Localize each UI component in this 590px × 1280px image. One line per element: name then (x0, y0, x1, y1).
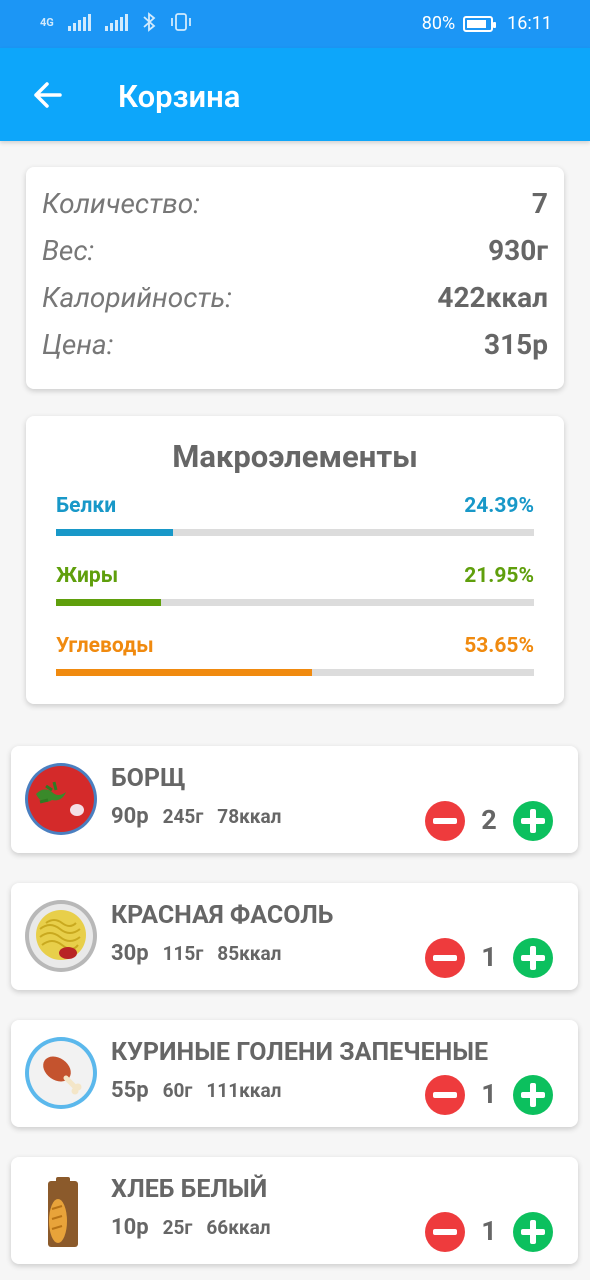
item-price: 55р (111, 1078, 149, 1103)
macro-name: Белки (56, 494, 117, 518)
item-weight: 115г (162, 942, 204, 965)
item-meta: 10р 25г 66ккал (111, 1215, 271, 1240)
page-title: Корзина (118, 78, 241, 115)
clock: 16:11 (507, 13, 552, 34)
item-weight: 245г (162, 805, 204, 828)
macro-track (56, 529, 534, 536)
item-price: 10р (111, 1215, 149, 1240)
macro-percent: 53.65% (464, 634, 534, 658)
item-kcal: 85ккал (217, 942, 282, 965)
item-quantity: 1 (481, 941, 497, 973)
item-meta: 30р 115г 85ккал (111, 941, 281, 966)
summary-label: Количество: (42, 187, 200, 220)
item-quantity: 1 (481, 1078, 497, 1110)
cart-item[interactable]: КУРИНЫЕ ГОЛЕНИ ЗАПЕЧЕНЫЕ 55р 60г 111ккал… (11, 1020, 578, 1127)
item-name: КРАСНАЯ ФАСОЛЬ (111, 901, 334, 930)
macro-carbs: Углеводы 53.65% (56, 634, 534, 676)
arrow-left-icon[interactable] (28, 75, 68, 115)
summary-row-price: Цена: 315р (42, 328, 548, 368)
item-quantity: 2 (481, 804, 497, 836)
increase-button[interactable] (513, 801, 553, 841)
summary-label: Вес: (42, 234, 95, 267)
macro-bar (56, 599, 161, 606)
borscht-icon (25, 763, 97, 835)
summary-label: Калорийность: (42, 281, 232, 314)
decrease-button[interactable] (425, 1075, 465, 1115)
app-bar: Корзина (0, 48, 590, 141)
network-type: 4G (40, 15, 54, 29)
increase-button[interactable] (513, 1212, 553, 1252)
cart-item[interactable]: КРАСНАЯ ФАСОЛЬ 30р 115г 85ккал 1 (11, 883, 578, 990)
decrease-button[interactable] (425, 938, 465, 978)
cart-item[interactable]: ХЛЕБ БЕЛЫЙ 10р 25г 66ккал 1 (11, 1157, 578, 1264)
item-kcal: 111ккал (206, 1079, 282, 1102)
macro-name: Углеводы (56, 634, 154, 658)
item-kcal: 78ккал (217, 805, 282, 828)
macro-track (56, 599, 534, 606)
summary-row-quantity: Количество: 7 (42, 187, 548, 227)
macro-fat: Жиры 21.95% (56, 564, 534, 606)
bread-icon (48, 1177, 78, 1247)
item-name: КУРИНЫЕ ГОЛЕНИ ЗАПЕЧЕНЫЕ (111, 1038, 489, 1067)
macro-bar (56, 669, 313, 676)
summary-card: Количество: 7 Вес: 930г Калорийность: 42… (26, 167, 564, 389)
item-weight: 25г (162, 1216, 193, 1239)
battery-percent: 80% (421, 13, 456, 34)
macro-percent: 21.95% (464, 564, 534, 588)
item-name: БОРЩ (111, 764, 186, 793)
macro-percent: 24.39% (464, 494, 534, 518)
item-weight: 60г (162, 1079, 193, 1102)
vibrate-icon (170, 13, 191, 31)
item-meta: 90р 245г 78ккал (111, 804, 281, 829)
macro-name: Жиры (56, 564, 119, 588)
summary-value: 7 (531, 187, 548, 220)
battery-icon (463, 15, 497, 32)
item-name: ХЛЕБ БЕЛЫЙ (111, 1175, 268, 1204)
increase-button[interactable] (513, 938, 553, 978)
item-kcal: 66ккал (206, 1216, 271, 1239)
bluetooth-icon (143, 12, 156, 32)
summary-row-calories: Калорийность: 422ккал (42, 281, 548, 321)
summary-value: 930г (488, 234, 548, 267)
cart-item[interactable]: БОРЩ 90р 245г 78ккал 2 (11, 746, 578, 853)
item-price: 90р (111, 804, 149, 829)
signal-icon (67, 13, 91, 31)
item-quantity: 1 (481, 1215, 497, 1247)
summary-row-weight: Вес: 930г (42, 234, 548, 274)
macros-card: Макроэлементы Белки 24.39% Жиры 21.95% У… (26, 416, 564, 704)
status-bar: 4G 80% 16:11 (0, 0, 590, 48)
decrease-button[interactable] (425, 801, 465, 841)
item-price: 30р (111, 941, 149, 966)
summary-value: 315р (484, 328, 548, 361)
noodles-icon (25, 900, 97, 972)
increase-button[interactable] (513, 1075, 553, 1115)
summary-value: 422ккал (437, 281, 548, 314)
summary-label: Цена: (42, 328, 114, 361)
item-meta: 55р 60г 111ккал (111, 1078, 281, 1103)
macro-track (56, 669, 534, 676)
macros-title: Макроэлементы (172, 438, 418, 475)
macro-protein: Белки 24.39% (56, 494, 534, 536)
macro-bar (56, 529, 173, 536)
chicken-leg-icon (25, 1037, 97, 1109)
signal-icon-2 (104, 13, 128, 31)
decrease-button[interactable] (425, 1212, 465, 1252)
